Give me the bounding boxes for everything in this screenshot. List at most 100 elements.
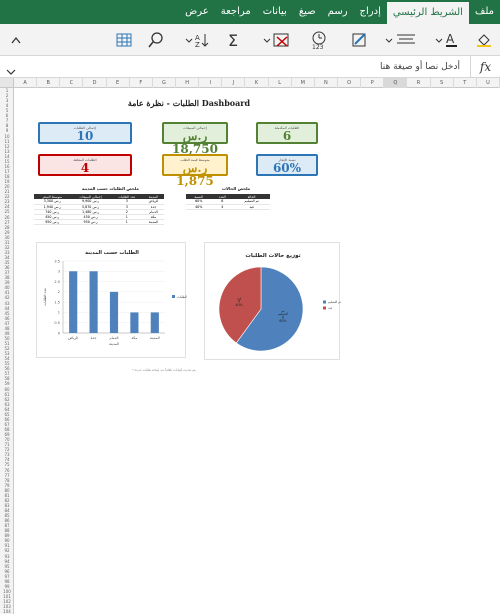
column-header-N[interactable]: N [315,78,338,88]
bar [89,271,98,333]
city-table-title: ملخص الطلبات حسب المدينة [82,186,139,191]
column-header-D[interactable]: D [83,78,107,88]
column-header-U[interactable]: U [477,78,500,88]
column-header-L[interactable]: L [269,78,292,88]
column-header-J[interactable]: J [222,78,246,88]
worksheet[interactable]: الطلبات - نظرة عامة Dashboard إجمالي الط… [14,88,500,614]
city-summary-table: المدينة عدد الطلبات إجمالي المبيعات متوسط ا… [34,194,164,225]
tab-1[interactable]: الشريط الرئيسي [386,2,469,24]
collapse-ribbon-icon[interactable] [8,30,24,50]
font-color-icon[interactable]: A [434,30,462,50]
tab-6[interactable]: مراجعة [215,0,257,24]
bar [109,291,119,333]
pie-data-label: 60% [279,319,286,323]
format-painter-icon[interactable] [350,30,370,50]
bar [69,271,78,333]
tab-5[interactable]: بيانات [257,0,293,24]
formula-input[interactable]: أدخل نصا أو صيغة هنا [20,58,466,76]
fill-color-icon[interactable] [474,30,494,50]
y-tick-label: 0 [58,331,60,335]
column-header-B[interactable]: B [37,78,61,88]
dashboard-title: الطلبات - نظرة عامة Dashboard [127,98,251,108]
bar-chart[interactable]: الطلبات حسب المدينة 0 0.5 1 1.5 2 2.5 3 3.5 الريا… [36,242,193,358]
select-all-corner[interactable] [0,78,14,88]
kpi-value: ر.س 1,875 [176,161,214,188]
y-tick-label: 2.5 [54,280,60,284]
column-header-G[interactable]: G [153,78,176,88]
svg-text:A: A [446,32,455,46]
column-header-S[interactable]: S [431,78,454,88]
column-header-K[interactable]: K [245,78,269,88]
table-icon[interactable] [114,30,134,50]
table-cell: 1 [110,219,144,225]
column-header-H[interactable]: H [176,78,200,88]
tab-7[interactable]: عرض [179,0,215,24]
y-axis-label: عدد الطلبات [43,288,47,306]
tab-0[interactable]: ملف [469,0,500,24]
y-tick-label: 2 [58,290,60,294]
sort-icon[interactable]: AZ [184,30,212,50]
svg-text:123: 123 [312,44,324,49]
y-tick-label: 3.5 [54,259,60,263]
column-header-E[interactable]: E [107,78,130,88]
fx-icon[interactable]: fx [470,56,500,78]
tab-4[interactable]: صيغ [293,0,322,24]
align-icon[interactable] [384,30,418,50]
column-header-Q[interactable]: Q [384,78,408,88]
ribbon-toolbar: AZ Σ 123 A [0,24,500,56]
y-tick-label: 3 [58,270,60,274]
table-row: المدينة 1 ر.س 950 ر.س 950 [34,219,164,225]
kpi-value: 4 [80,161,90,175]
tab-2[interactable]: إدراج [354,0,387,24]
legend-swatch [323,306,326,310]
table-cell: 4 [211,204,234,210]
search-icon[interactable] [146,30,166,50]
autosum-icon[interactable]: Σ [224,30,242,50]
ribbon-tabs: ملف الشريط الرئيسي إدراج رسم صيغ بيانات مراجعة… [0,0,500,24]
formula-bar: أدخل نصا أو صيغة هنا fx [0,56,500,78]
column-header-A[interactable]: A [14,78,38,88]
column-header-P[interactable]: P [361,78,385,88]
x-tick-label: مكة [132,336,138,340]
kpi-card: متوسط قيمة الطلب ر.س 1,875 [162,154,228,188]
y-tick-label: 1.5 [54,300,60,304]
table-cell: ر.س 950 [34,219,71,225]
kpi-card: نسبة الإنجاز 60% [256,154,318,176]
column-header-M[interactable]: M [292,78,315,88]
legend-label: عدد الطلبات [177,295,187,299]
kpi-value: 6 [282,129,292,143]
column-header-T[interactable]: T [454,78,477,88]
clear-icon[interactable] [262,30,292,50]
table-cell: ر.س 950 [70,219,111,225]
tab-3[interactable]: رسم [322,0,354,24]
column-header-F[interactable]: F [130,78,153,88]
y-tick-label: 1 [58,311,60,315]
column-header-C[interactable]: C [60,78,84,88]
x-tick-label: جدة [91,336,97,340]
footnote: * يتم تحديث البيانات تلقائياً عند إضافة … [131,368,196,372]
status-summary-table: الحالة العدد النسبة تم التسليم 6 60% قيد 4 40% [186,194,270,210]
kpi-value: 60% [272,161,302,175]
x-tick-label: المدينة [150,336,160,340]
row-header[interactable]: 104 [0,609,14,614]
table-row: قيد 4 40% [186,204,270,210]
chart-title: الطلبات حسب المدينة [85,250,139,256]
column-header-I[interactable]: I [199,78,223,88]
status-table-title: ملخص الحالات [222,186,251,191]
pie-data-label: 40% [235,303,242,307]
row-headers: 1 2 3 4 5 6 7 8 9 10 11 12 13 14 15 16 17 18 19 20 21 22 23 24 2… [0,88,14,614]
number-format-icon[interactable]: 123 [308,30,330,50]
column-headers: ABCDEFGHIJKLMNOPQRSTU [14,78,500,88]
kpi-value: 10 [76,129,94,143]
pie-chart[interactable]: توزيع حالات الطلبات تم التسليم 6 60% قيد 4 40% ت… [204,242,341,360]
table-cell: قيد [233,204,270,210]
bar [130,312,139,333]
legend-swatch [323,300,326,304]
column-header-O[interactable]: O [338,78,362,88]
legend-label: تم التسليم [328,300,341,304]
x-tick-label: الرياض [68,336,78,340]
chart-title: توزيع حالات الطلبات [245,253,300,259]
column-header-R[interactable]: R [407,78,431,88]
bar [150,312,159,333]
kpi-card: إجمالي الطلبات 10 [38,122,132,144]
